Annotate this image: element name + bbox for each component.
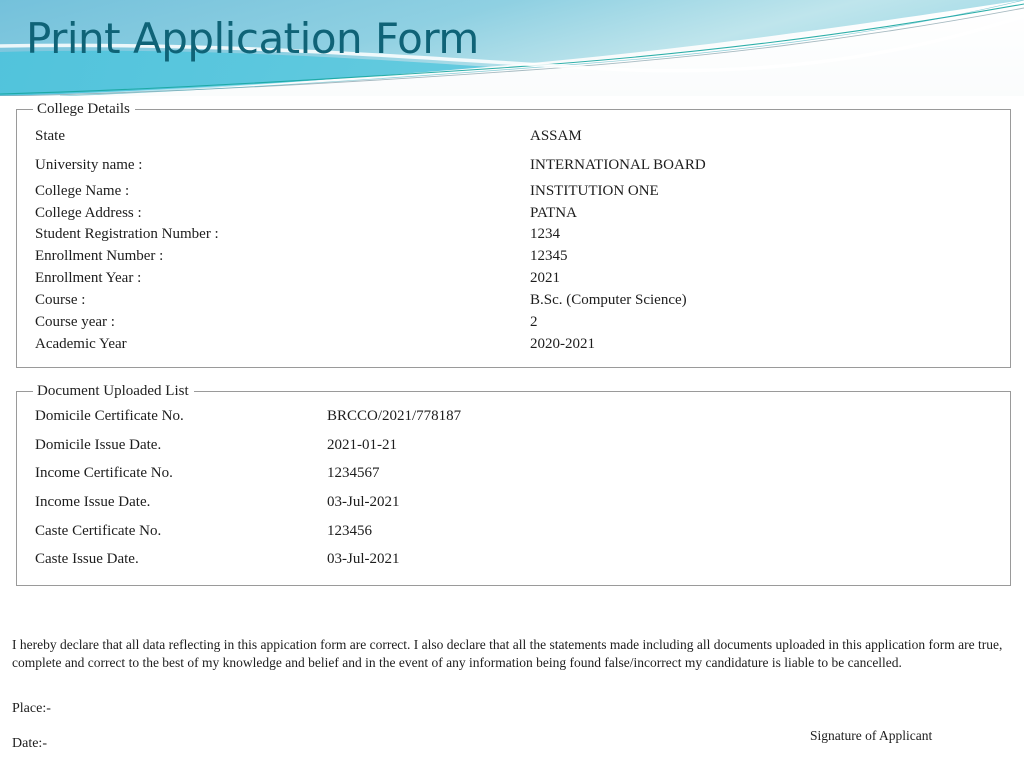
field-value-caste-issue-date: 03-Jul-2021 — [327, 551, 400, 567]
field-value-student-registration-number: 1234 — [530, 226, 560, 242]
table-row: College Name : INSTITUTION ONE — [17, 180, 1010, 202]
page-header-banner: Print Application Form — [0, 0, 1024, 96]
date-label: Date:- — [12, 736, 47, 751]
field-value-college-name: INSTITUTION ONE — [530, 183, 659, 199]
field-label-university-name: University name : — [35, 157, 143, 173]
field-label-course: Course : — [35, 292, 86, 308]
field-label-student-registration-number: Student Registration Number : — [35, 226, 219, 242]
table-row: College Address : PATNA — [17, 202, 1010, 224]
field-value-enrollment-number: 12345 — [530, 248, 568, 264]
table-row: Caste Certificate No. 123456 — [17, 520, 1010, 542]
table-row: Domicile Issue Date. 2021-01-21 — [17, 434, 1010, 456]
field-value-state: ASSAM — [530, 128, 582, 144]
table-row: Income Issue Date. 03-Jul-2021 — [17, 491, 1010, 513]
field-value-university-name: INTERNATIONAL BOARD — [530, 157, 706, 173]
college-details-section: College Details State ASSAM University n… — [16, 102, 1011, 368]
field-value-course-year: 2 — [530, 314, 538, 330]
field-value-academic-year: 2020-2021 — [530, 336, 595, 352]
field-value-college-address: PATNA — [530, 205, 577, 221]
table-row: Course : B.Sc. (Computer Science) — [17, 289, 1010, 311]
table-row: Course year : 2 — [17, 311, 1010, 333]
field-label-income-issue-date: Income Issue Date. — [35, 494, 151, 510]
field-value-income-certificate-no: 1234567 — [327, 465, 380, 481]
field-value-enrollment-year: 2021 — [530, 270, 560, 286]
field-value-caste-certificate-no: 123456 — [327, 523, 372, 539]
field-label-enrollment-year: Enrollment Year : — [35, 270, 142, 286]
page-title: Print Application Form — [26, 14, 479, 63]
college-details-legend: College Details — [37, 101, 130, 117]
field-label-college-name: College Name : — [35, 183, 130, 199]
table-row: Caste Issue Date. 03-Jul-2021 — [17, 548, 1010, 570]
table-row: Academic Year 2020-2021 — [17, 333, 1010, 355]
field-label-college-address: College Address : — [35, 205, 142, 221]
table-row: Enrollment Number : 12345 — [17, 245, 1010, 267]
field-value-domicile-issue-date: 2021-01-21 — [327, 437, 397, 453]
table-row: University name : INTERNATIONAL BOARD — [17, 154, 1010, 176]
table-row: Domicile Certificate No. BRCCO/2021/7781… — [17, 405, 1010, 427]
field-label-course-year: Course year : — [35, 314, 115, 330]
table-row: Enrollment Year : 2021 — [17, 267, 1010, 289]
field-label-caste-certificate-no: Caste Certificate No. — [35, 523, 162, 539]
table-row: State ASSAM — [17, 125, 1010, 147]
field-label-income-certificate-no: Income Certificate No. — [35, 465, 173, 481]
document-uploaded-list-legend: Document Uploaded List — [37, 383, 189, 399]
field-label-state: State — [35, 128, 65, 144]
field-label-domicile-certificate-no: Domicile Certificate No. — [35, 408, 184, 424]
field-value-income-issue-date: 03-Jul-2021 — [327, 494, 400, 510]
table-row: Student Registration Number : 1234 — [17, 223, 1010, 245]
field-label-caste-issue-date: Caste Issue Date. — [35, 551, 139, 567]
field-label-domicile-issue-date: Domicile Issue Date. — [35, 437, 162, 453]
field-label-enrollment-number: Enrollment Number : — [35, 248, 164, 264]
place-label: Place:- — [12, 701, 51, 716]
field-value-course: B.Sc. (Computer Science) — [530, 292, 687, 308]
declaration-text: I hereby declare that all data reflectin… — [12, 637, 1003, 670]
table-row: Income Certificate No. 1234567 — [17, 462, 1010, 484]
field-value-domicile-certificate-no: BRCCO/2021/778187 — [327, 408, 462, 424]
signature-of-applicant-label: Signature of Applicant — [810, 728, 933, 743]
form-sheet: College Details State ASSAM University n… — [0, 96, 1024, 768]
field-label-academic-year: Academic Year — [35, 336, 127, 352]
document-uploaded-list-section: Document Uploaded List Domicile Certific… — [16, 384, 1011, 586]
